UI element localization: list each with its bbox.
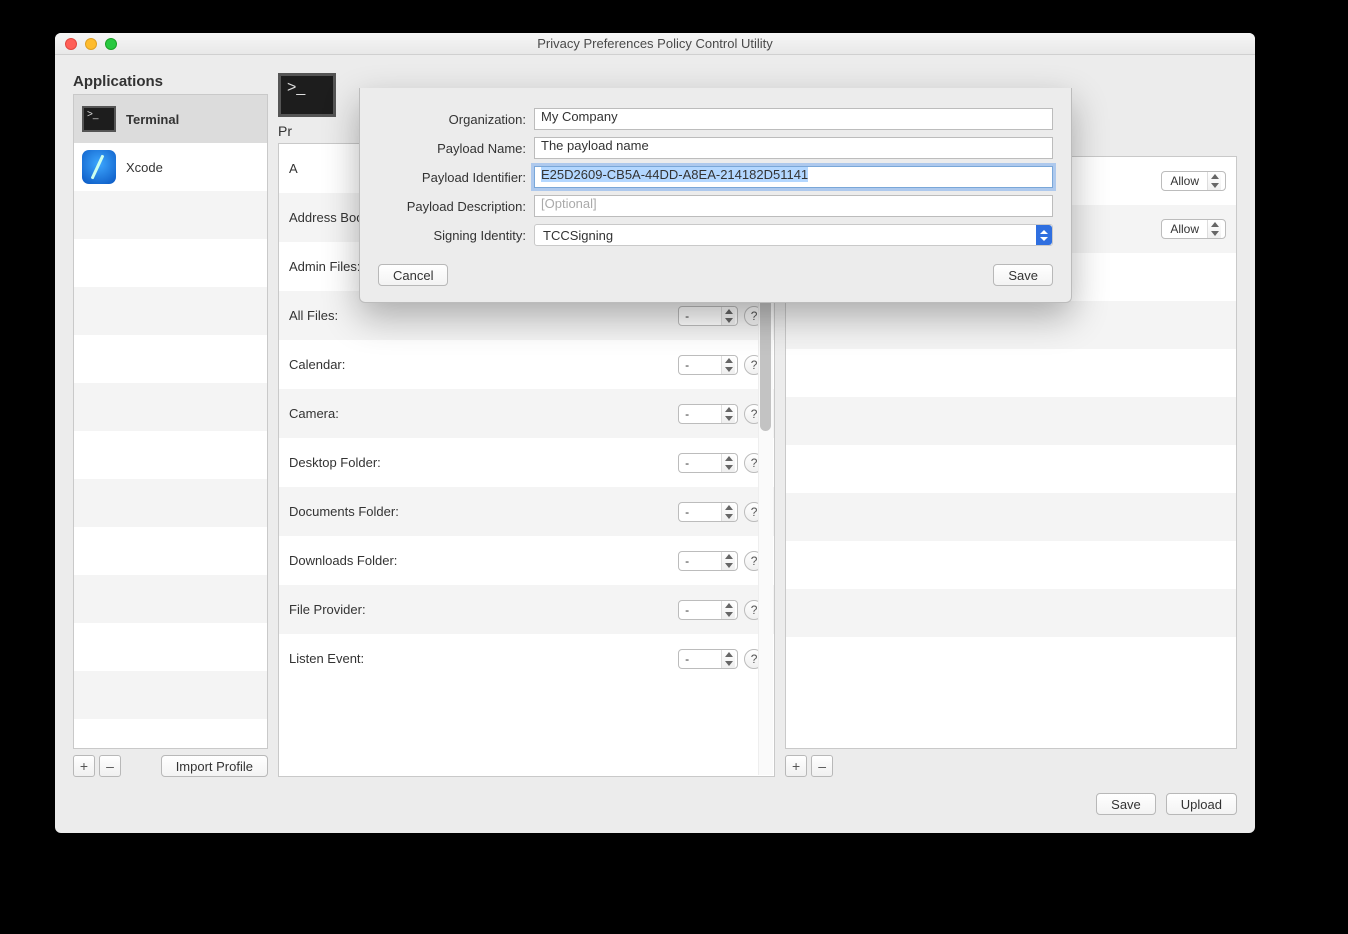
stepper-icon[interactable] [721,601,735,619]
sheet-save-button[interactable]: Save [993,264,1053,286]
property-row: Camera: - ? [279,389,774,438]
property-label: File Provider: [289,602,366,617]
list-item [786,541,1236,589]
property-row: Desktop Folder: - ? [279,438,774,487]
list-item [786,301,1236,349]
signing-identity-label: Signing Identity: [378,228,526,243]
remove-application-button[interactable]: – [99,755,121,777]
property-value-select[interactable]: - [678,355,738,375]
xcode-icon [82,150,116,184]
list-item [74,479,267,527]
property-label: Documents Folder: [289,504,399,519]
property-value-select[interactable]: - [678,306,738,326]
applications-toolbar: + – Import Profile [73,755,268,777]
list-item [74,431,267,479]
payload-description-field[interactable]: [Optional] [534,195,1053,217]
property-label: A [289,161,298,176]
property-label: Listen Event: [289,651,364,666]
stepper-icon[interactable] [721,307,735,325]
list-item [74,575,267,623]
allow-select[interactable]: Allow [1161,219,1226,239]
list-item [74,335,267,383]
upload-button[interactable]: Upload [1166,793,1237,815]
selected-app-icon [278,73,336,117]
property-label: Desktop Folder: [289,455,381,470]
list-item [786,589,1236,637]
import-profile-button[interactable]: Import Profile [161,755,268,777]
property-label: Calendar: [289,357,345,372]
allow-select[interactable]: Allow [1161,171,1226,191]
property-row: Calendar: - ? [279,340,774,389]
footer: Save Upload [73,787,1237,815]
property-label: Camera: [289,406,339,421]
list-item [74,671,267,719]
property-value-select[interactable]: - [678,600,738,620]
events-toolbar: + – [785,755,1237,777]
organization-label: Organization: [378,112,526,127]
property-value-select[interactable]: - [678,404,738,424]
signing-identity-select[interactable]: TCCSigning [534,224,1053,246]
list-item [74,239,267,287]
property-row: Listen Event: - ? [279,634,774,683]
list-item [74,383,267,431]
applications-list[interactable]: Terminal Xcode [73,94,268,749]
payload-identifier-label: Payload Identifier: [378,170,526,185]
property-value-select[interactable]: - [678,453,738,473]
save-button[interactable]: Save [1096,793,1156,815]
property-row: Downloads Folder: - ? [279,536,774,585]
save-sheet: Organization: My Company Payload Name: T… [359,88,1072,303]
list-item [74,623,267,671]
payload-description-label: Payload Description: [378,199,526,214]
property-value-select[interactable]: - [678,551,738,571]
stepper-icon[interactable] [721,454,735,472]
applications-heading: Applications [73,73,268,90]
stepper-icon[interactable] [721,650,735,668]
list-item [74,287,267,335]
add-application-button[interactable]: + [73,755,95,777]
applications-column: Applications Terminal Xcode [73,73,268,777]
list-item [786,445,1236,493]
sidebar-item-xcode[interactable]: Xcode [74,143,267,191]
property-row: Documents Folder: - ? [279,487,774,536]
organization-field[interactable]: My Company [534,108,1053,130]
cancel-button[interactable]: Cancel [378,264,448,286]
sidebar-item-terminal[interactable]: Terminal [74,95,267,143]
list-item [786,349,1236,397]
main-window: Privacy Preferences Policy Control Utili… [55,33,1255,833]
add-event-button[interactable]: + [785,755,807,777]
list-item [786,493,1236,541]
stepper-icon[interactable] [721,356,735,374]
list-item [786,637,1236,685]
list-item [74,527,267,575]
stepper-icon[interactable] [1207,220,1221,238]
property-label: Downloads Folder: [289,553,397,568]
stepper-icon[interactable] [1207,172,1221,190]
sidebar-item-label: Xcode [126,160,163,175]
stepper-icon[interactable] [721,405,735,423]
payload-name-label: Payload Name: [378,141,526,156]
list-item [786,397,1236,445]
sidebar-item-label: Terminal [126,112,179,127]
property-label: Admin Files: [289,259,361,274]
property-label: All Files: [289,308,338,323]
remove-event-button[interactable]: – [811,755,833,777]
titlebar: Privacy Preferences Policy Control Utili… [55,33,1255,55]
chevron-updown-icon [1036,225,1052,245]
payload-name-field[interactable]: The payload name [534,137,1053,159]
terminal-icon [82,106,116,132]
stepper-icon[interactable] [721,552,735,570]
property-value-select[interactable]: - [678,649,738,669]
list-item [74,191,267,239]
stepper-icon[interactable] [721,503,735,521]
window-title: Privacy Preferences Policy Control Utili… [55,36,1255,51]
property-row: File Provider: - ? [279,585,774,634]
payload-identifier-field[interactable]: E25D2609-CB5A-44DD-A8EA-214182D51141 [534,166,1053,188]
property-value-select[interactable]: - [678,502,738,522]
